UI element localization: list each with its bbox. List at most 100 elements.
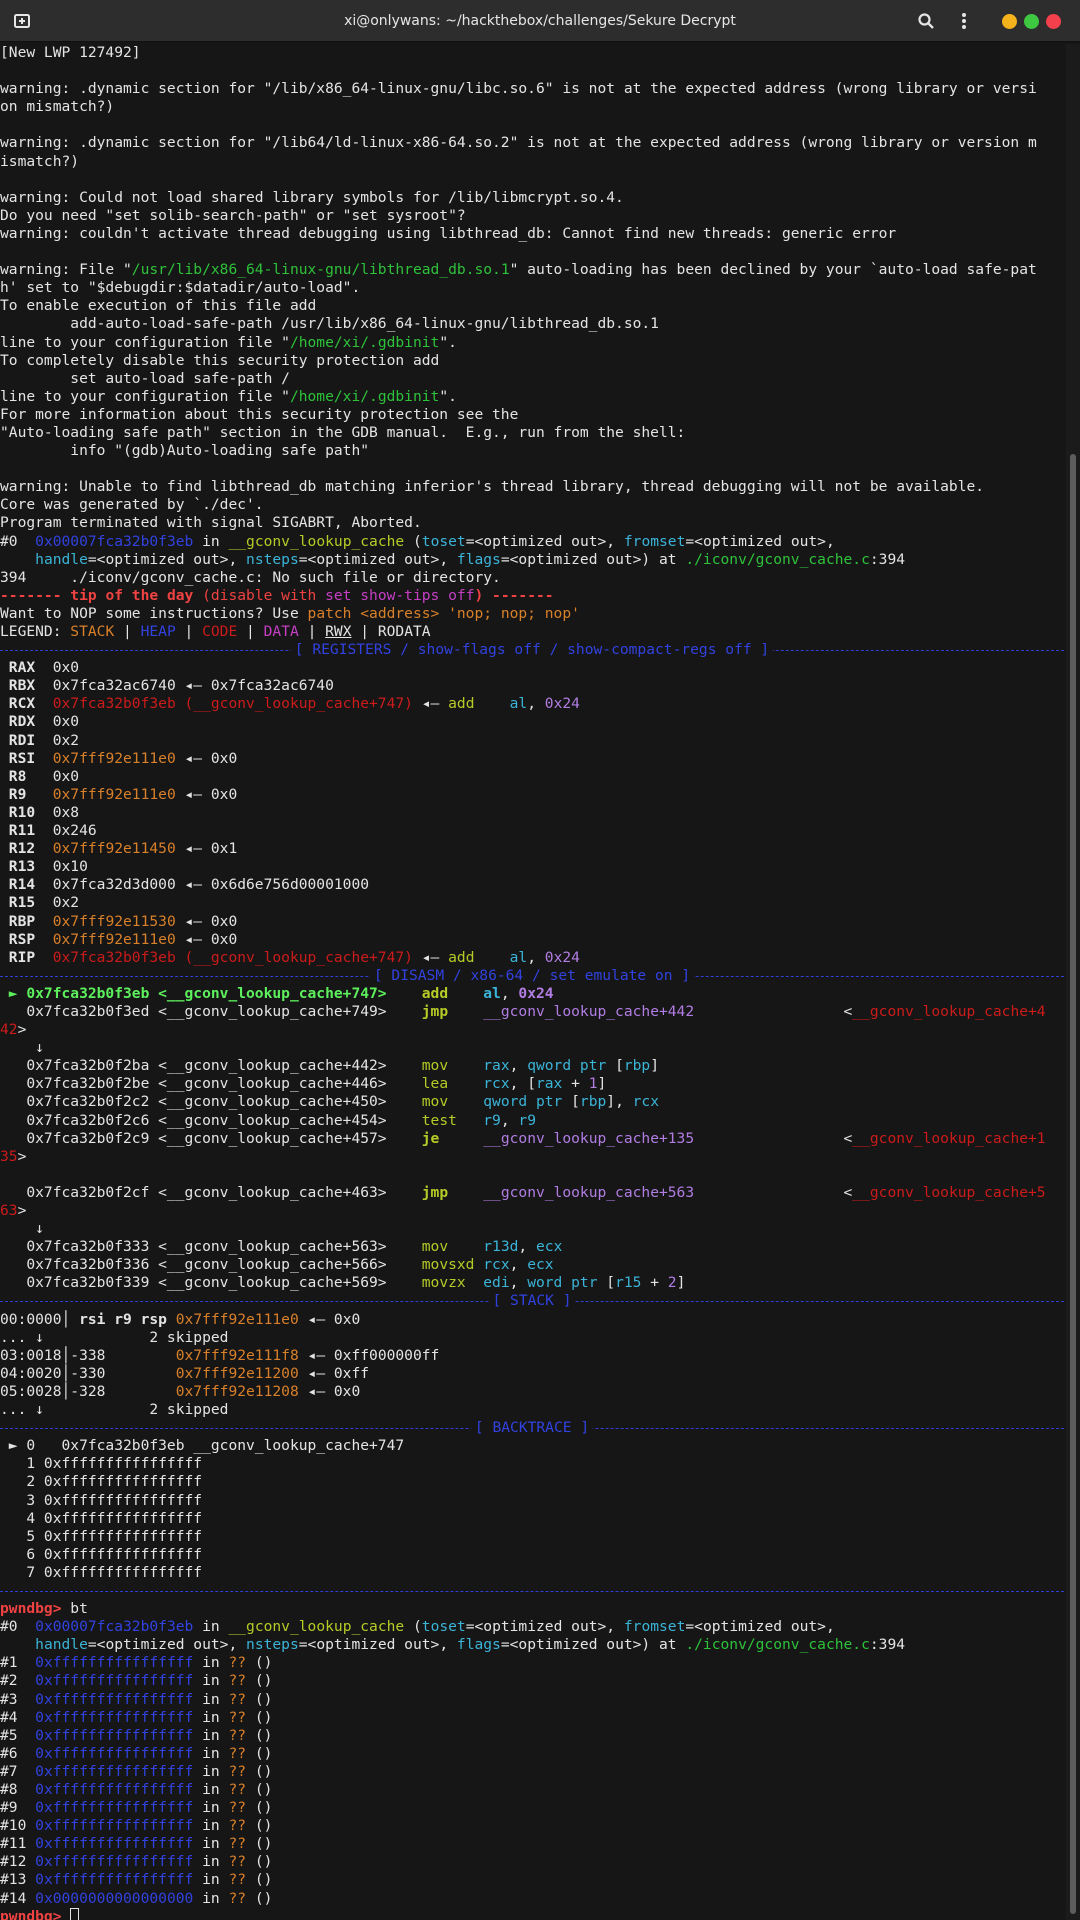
terminal-line: ... ↓ 2 skipped	[0, 1401, 1064, 1419]
terminal-text: ◂—	[412, 695, 449, 713]
terminal-text: r9	[483, 1111, 501, 1129]
terminal-text: __gconv_lookup_cache+563	[483, 1183, 695, 1201]
minimize-button[interactable]	[1002, 14, 1017, 29]
terminal-text: 0x7fca32b0f3eb (__gconv_lookup_cache+747…	[43, 695, 413, 713]
prompt-line[interactable]: pwndbg>	[0, 1907, 1064, 1920]
terminal-text: word ptr	[527, 1274, 598, 1292]
terminal-line: 0x7fca32b0f2c6 <__gconv_lookup_cache+454…	[0, 1112, 1064, 1130]
terminal-line: For more information about this security…	[0, 406, 1064, 424]
terminal-text: 0x7fff92e11200	[175, 1364, 299, 1382]
terminal-line: 3 0xffffffffffffffff	[0, 1492, 1064, 1510]
terminal-text: ,	[509, 1256, 528, 1274]
terminal-text: To completely disable this security prot…	[0, 351, 440, 369]
terminal-text: fromset	[623, 1618, 686, 1636]
terminal-text: 0xffffffffffffffff	[35, 1654, 194, 1672]
terminal-text: __gconv_lookup_cache+1	[852, 1129, 1046, 1147]
terminal-line: RSI 0x7fff92e111e0 ◂— 0x0	[0, 750, 1064, 768]
terminal-text: ??	[228, 1762, 247, 1780]
terminal-line: R12 0x7fff92e11450 ◂— 0x1	[0, 840, 1064, 858]
terminal-text: pwndbg>	[0, 1600, 71, 1618]
terminal-text: #2	[0, 1672, 36, 1690]
terminal-text: 0xffffffffffffffff	[35, 1781, 194, 1798]
terminal-text: al	[509, 948, 528, 966]
terminal-text: ,	[500, 984, 519, 1002]
terminal-line: 0x7fca32b0f2ba <__gconv_lookup_cache+442…	[0, 1057, 1064, 1075]
terminal-line: set auto-load safe-path /	[0, 370, 1064, 388]
terminal-line: handle=<optimized out>, nsteps=<optimize…	[0, 1636, 1064, 1654]
terminal-text: =<optimized out>,	[685, 532, 835, 550]
terminal-text: add	[448, 948, 475, 966]
terminal-line: R11 0x246	[0, 822, 1064, 840]
terminal-line: 0x7fca32b0f2cf <__gconv_lookup_cache+463…	[0, 1184, 1064, 1202]
terminal-text: 0x0	[43, 767, 80, 785]
terminal-text: jmp	[421, 1002, 449, 1020]
terminal-line: ↓	[0, 1220, 1064, 1238]
terminal-line: 394 ./iconv/gconv_cache.c: No such file …	[0, 569, 1064, 587]
terminal-text: ◂—	[412, 948, 449, 966]
terminal-text: 0x7fff92e111e0	[43, 749, 176, 767]
terminal-line: R14 0x7fca32d3d000 ◂— 0x6d6e756d00001000	[0, 876, 1064, 894]
terminal-text: ()	[246, 1889, 273, 1907]
terminal-text: rcx	[483, 1075, 510, 1093]
terminal-line: LEGEND: STACK | HEAP | CODE | DATA | RWX…	[0, 623, 1064, 641]
close-button[interactable]	[1046, 14, 1061, 29]
terminal-text: toset	[421, 1618, 466, 1636]
terminal-text: ,	[500, 1111, 519, 1129]
terminal-text: in	[193, 1726, 229, 1744]
maximize-button[interactable]	[1024, 14, 1039, 29]
terminal-text: Core was generated by `./dec'.	[0, 496, 264, 514]
terminal-text: 1	[588, 1075, 598, 1093]
terminal-text: ],	[606, 1093, 633, 1111]
terminal-line: 1 0xffffffffffffffff	[0, 1455, 1064, 1473]
terminal-text: ??	[228, 1708, 247, 1726]
terminal-text: =<optimized out>,	[87, 1636, 247, 1654]
menu-kebab-icon[interactable]	[954, 11, 974, 31]
terminal-text: R8	[0, 767, 44, 785]
terminal-text: ecx	[527, 1256, 554, 1274]
terminal-text: ,	[527, 695, 545, 713]
terminal-text: on mismatch?)	[0, 98, 115, 116]
terminal-text: RWX	[325, 623, 352, 640]
text-cursor[interactable]	[70, 1907, 80, 1920]
terminal-line: Core was generated by `./dec'.	[0, 496, 1064, 514]
terminal-text: flags	[456, 1636, 501, 1654]
section-title: [ REGISTERS / show-flags off / show-comp…	[290, 641, 774, 660]
terminal-line: RDX 0x0	[0, 713, 1064, 731]
terminal-text: line to your configuration file "	[0, 333, 290, 351]
terminal-line: warning: Unable to find libthread_db mat…	[0, 478, 1064, 496]
terminal-text: #11	[0, 1835, 36, 1853]
terminal-text: ??	[228, 1835, 247, 1853]
terminal-text: ??	[228, 1744, 247, 1762]
search-icon[interactable]	[916, 11, 936, 31]
terminal-text: 0x7fca32ac6740 ◂— 0x7fca32ac6740	[43, 677, 334, 695]
terminal-text: 35	[0, 1147, 18, 1165]
scrollbar[interactable]	[1066, 44, 1080, 1920]
scrollbar-thumb[interactable]	[1070, 454, 1076, 1914]
terminal-text: " auto-loading has been declined by your…	[509, 261, 1037, 279]
terminal-text: =<optimized out>,	[685, 1618, 835, 1636]
terminal-text: h' set to "$debugdir:$datadir/auto-load"…	[0, 279, 361, 297]
terminal-text: #5	[0, 1726, 36, 1744]
terminal-line: #2 0xffffffffffffffff in ?? ()	[0, 1672, 1064, 1690]
terminal-text: ◂— 0x0	[175, 785, 238, 803]
terminal-text: (disable with	[193, 586, 326, 604]
terminal-text: 63	[0, 1202, 18, 1219]
terminal-text: movsxd	[421, 1256, 475, 1274]
terminal-text: DATA	[263, 623, 299, 640]
terminal-text: r9	[518, 1111, 536, 1129]
terminal-text: ??	[228, 1889, 247, 1907]
terminal-text: add	[448, 695, 475, 713]
terminal-line: 35>	[0, 1148, 1064, 1166]
terminal-text: ()	[246, 1672, 273, 1690]
terminal-text: [New LWP 127492]	[0, 44, 141, 61]
terminal-text: Want to NOP some instructions? Use	[0, 604, 308, 622]
terminal-text: R10	[0, 803, 44, 821]
terminal-line: "Auto-loading safe path" section in the …	[0, 424, 1064, 442]
terminal-line: [New LWP 127492]	[0, 44, 1064, 62]
terminal-output[interactable]: [New LWP 127492] warning: .dynamic sectio…	[0, 44, 1064, 1920]
